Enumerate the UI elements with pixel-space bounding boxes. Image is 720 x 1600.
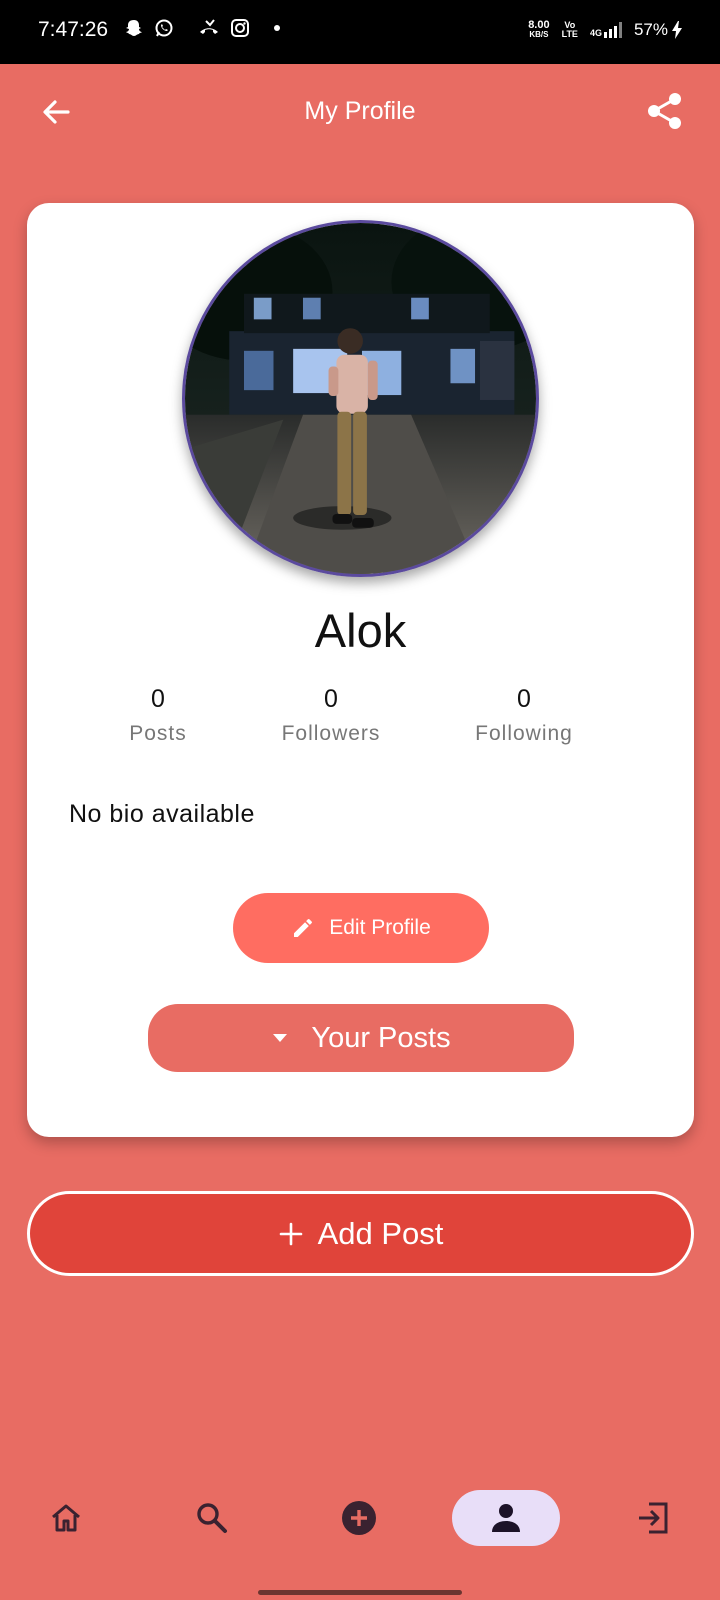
volte-indicator: Vo LTE [561,20,578,39]
signal-icon: 4G [590,22,622,38]
instagram-icon [231,19,249,37]
stat-following[interactable]: 0 Following [454,685,594,746]
person-icon [492,1504,520,1532]
your-posts-label: Your Posts [311,1021,451,1054]
snapchat-icon [126,20,142,36]
nav-add[interactable] [305,1490,413,1546]
bottom-navigation [0,1490,720,1560]
notification-icons [124,18,280,38]
stat-value: 0 [517,685,531,713]
system-indicators: 8.00 KB/S Vo LTE 4G 57% [528,20,682,40]
edit-profile-button[interactable]: Edit Profile [233,893,489,963]
edit-profile-label: Edit Profile [329,916,431,939]
search-icon [197,1503,227,1533]
profile-photo [185,223,536,574]
pencil-icon [294,918,313,937]
stat-label: Posts [129,722,187,745]
charging-icon [672,21,682,39]
stat-label: Following [475,722,573,745]
add-circle-icon [342,1501,376,1535]
profile-stats: 0 Posts 0 Followers 0 Following [27,685,694,755]
plus-icon [279,1222,302,1245]
profile-bio: No bio available [69,800,255,828]
whatsapp-icon [155,19,173,37]
missed-call-icon [200,19,218,34]
stat-value: 0 [151,685,165,713]
nav-search[interactable] [158,1490,266,1546]
stat-posts[interactable]: 0 Posts [108,685,208,746]
caret-down-icon [273,1034,288,1042]
battery-percent: 57% [633,20,668,39]
profile-card: Alok 0 Posts 0 Followers 0 Following No … [27,203,694,1137]
net-speed: 8.00 KB/S [528,19,550,40]
your-posts-dropdown[interactable]: Your Posts [148,1004,574,1072]
add-post-button[interactable]: Add Post [27,1191,694,1276]
nav-home[interactable] [12,1490,120,1546]
stat-label: Followers [281,722,381,745]
page-title: My Profile [304,97,416,125]
more-notifications-dot [274,25,280,31]
app-header: My Profile [0,64,720,160]
status-time: 7:47:26 [38,18,109,41]
share-icon[interactable] [646,92,684,130]
profile-name: Alok [314,604,407,657]
stat-followers[interactable]: 0 Followers [261,685,401,746]
home-icon [52,1504,80,1532]
stat-value: 0 [324,685,338,713]
nav-logout[interactable] [599,1490,707,1546]
status-bar: 7:47:26 8.00 KB/S Vo LTE 4G 57% [0,0,720,64]
nav-profile[interactable] [452,1490,560,1546]
avatar[interactable] [182,220,539,577]
gesture-home-bar[interactable] [258,1590,462,1595]
logout-icon [639,1502,668,1534]
add-post-label: Add Post [317,1215,444,1251]
